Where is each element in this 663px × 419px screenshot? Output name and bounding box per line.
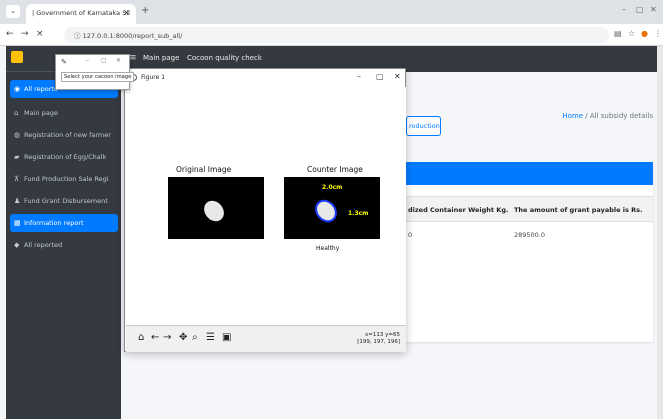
breadcrumb: Home / All subsidy details (562, 112, 653, 120)
browser-tabstrip: ⌄ | Government of Karnataka Sil × + – ▢ … (0, 0, 663, 24)
cursor-coordinates: x=113 y=65 [199, 197, 196] (357, 332, 400, 346)
select-image-button[interactable]: Select your cacoon image (61, 72, 135, 82)
health-status: Healthy (316, 245, 340, 252)
figure-window[interactable]: Figure 1 – ▢ ✕ Original Image Counter Im… (124, 68, 406, 352)
sidebar-item-information-report[interactable]: ▦ Information report (10, 214, 118, 232)
sidebar-item-label: Main page (24, 109, 58, 117)
measure-width: 1.3cm (348, 210, 369, 217)
sidebar-item-fund-grant[interactable]: ♟ Fund Grant Disbursement (10, 192, 118, 210)
person-icon: ♟ (14, 197, 21, 205)
extension-icon[interactable]: ● (641, 29, 648, 38)
dialog-close-icon[interactable]: ✕ (116, 57, 121, 64)
cart-icon: ⊼ (14, 175, 20, 183)
subplot-title-counter: Counter Image (307, 165, 363, 174)
translate-icon[interactable]: ▤ (614, 29, 622, 38)
coord-pixel-value: [199, 197, 196] (357, 339, 400, 345)
column-header-grant: The amount of grant payable is Rs. (514, 206, 643, 214)
back-icon[interactable]: ← (6, 29, 14, 39)
user-icon: ◍ (14, 131, 21, 139)
url-field[interactable]: ⓘ 127.0.0.1:8000/report_sub_all/ (64, 27, 609, 43)
pan-icon[interactable]: ✥ (179, 332, 187, 343)
feather-icon: ✎ (61, 58, 67, 66)
kebab-menu-icon[interactable]: ⋮ (654, 29, 662, 38)
home-icon: ⌂ (14, 109, 19, 117)
sidebar-item-label: Information report (24, 219, 84, 227)
sidebar-item-label: Fund Production Sale Regi (24, 175, 109, 183)
star-icon[interactable]: ☆ (628, 29, 635, 38)
sidebar-item-label: All reports (24, 85, 58, 93)
tab-title: | Government of Karnataka Sil (32, 9, 130, 17)
truck-icon: ▰ (14, 153, 20, 161)
configure-icon[interactable]: ☰ (206, 332, 215, 343)
info-icon: ⓘ (74, 32, 83, 40)
minimize-icon[interactable]: – (622, 5, 626, 14)
measure-length: 2.0cm (322, 184, 343, 191)
dialog-titlebar[interactable]: ✎ – ▢ ✕ (56, 55, 129, 68)
sidebar-item-main-page[interactable]: ⌂ Main page (10, 104, 118, 122)
subplot-title-original: Original Image (176, 165, 232, 174)
forward-arrow-icon[interactable]: → (163, 332, 171, 343)
save-icon[interactable]: ▣ (222, 332, 231, 343)
home-icon[interactable]: ⌂ (138, 332, 144, 343)
sidebar-item-register-farmer[interactable]: ◍ Registration of new farmer (10, 126, 118, 144)
select-image-dialog[interactable]: ✎ – ▢ ✕ Select your cacoon image (55, 54, 135, 90)
coord-position: x=113 y=65 (365, 332, 400, 338)
nav-link-cocoon-check[interactable]: Cocoon quality check (187, 54, 262, 62)
breadcrumb-home[interactable]: Home (562, 112, 583, 120)
dialog-minimize-icon[interactable]: – (86, 57, 89, 64)
hamburger-menu-icon[interactable]: ≡ (129, 53, 137, 63)
tab-close-icon[interactable]: × (123, 8, 130, 17)
sidebar-item-register-egg[interactable]: ▰ Registration of Egg/Chalk (10, 148, 118, 166)
page-scrollbar[interactable] (657, 46, 663, 419)
brand-logo-icon[interactable] (11, 51, 23, 63)
sidebar-item-label: Registration of new farmer (24, 131, 111, 139)
back-arrow-icon[interactable]: ← (151, 332, 159, 343)
sidebar-item-label: Registration of Egg/Chalk (24, 153, 107, 161)
figure-toolbar: ⌂ ← → ✥ ⌕ ☰ ▣ x=113 y=65 [199, 197, 196] (126, 325, 406, 352)
breadcrumb-separator: / (583, 112, 590, 120)
forward-icon[interactable]: → (21, 29, 29, 39)
tag-icon: ◆ (14, 241, 20, 249)
figure-minimize-icon[interactable]: – (357, 72, 361, 81)
sidebar: ◉ All reports ⌂ Main page ◍ Registration of… (6, 46, 121, 419)
zoom-icon[interactable]: ⌕ (192, 332, 198, 343)
cell-weight: 0 (408, 231, 413, 239)
reload-icon[interactable]: × (36, 29, 44, 39)
close-window-icon[interactable]: ✕ (650, 5, 657, 14)
tab-search-chevron-icon[interactable]: ⌄ (6, 5, 20, 18)
sidebar-item-fund-production[interactable]: ⊼ Fund Production Sale Regi (10, 170, 118, 188)
dashboard-icon: ◉ (14, 85, 21, 93)
figure-titlebar[interactable]: Figure 1 – ▢ ✕ (125, 69, 405, 87)
counter-image: 2.0cm 1.3cm (284, 177, 380, 239)
dialog-maximize-icon[interactable]: ▢ (101, 57, 107, 64)
breadcrumb-current: All subsidy details (589, 112, 653, 120)
figure-canvas[interactable]: Original Image Counter Image 2.0cm 1.3cm… (126, 87, 406, 325)
cell-grant: 289500.0 (514, 231, 546, 239)
cocoon-original-graphic (204, 200, 224, 222)
figure-maximize-icon[interactable]: ▢ (376, 72, 384, 81)
table-icon: ▦ (14, 219, 21, 227)
browser-tab[interactable]: | Government of Karnataka Sil × (26, 4, 136, 24)
production-tab-button[interactable]: roduction (406, 116, 441, 136)
url-text: 127.0.0.1:8000/report_sub_all/ (82, 32, 183, 40)
new-tab-button[interactable]: + (141, 5, 149, 16)
figure-title: Figure 1 (141, 74, 166, 81)
sidebar-item-all-reported[interactable]: ◆ All reported (10, 236, 118, 254)
sidebar-item-label: Fund Grant Disbursement (24, 197, 108, 205)
address-bar-row: ← → × ⓘ 127.0.0.1:8000/report_sub_all/ ▤… (0, 24, 663, 46)
figure-close-icon[interactable]: ✕ (394, 72, 401, 81)
nav-link-main-page[interactable]: Main page (143, 54, 179, 62)
maximize-icon[interactable]: ▢ (636, 5, 644, 14)
sidebar-item-label: All reported (24, 241, 63, 249)
original-image (168, 177, 264, 239)
column-header-weight: dized Container Weight Kg. (408, 206, 509, 214)
